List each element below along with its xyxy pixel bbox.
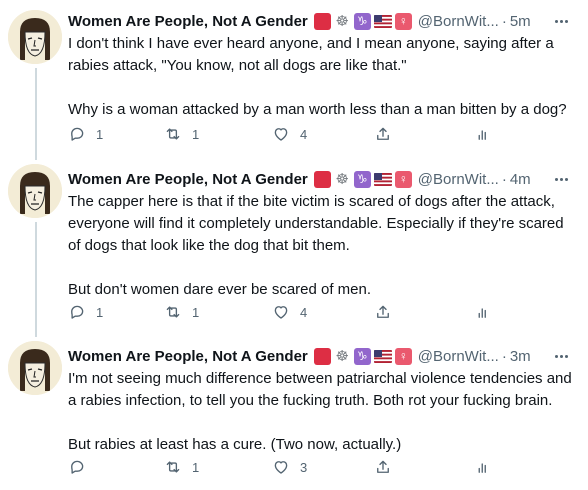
more-options-icon[interactable] <box>552 12 570 30</box>
retweet-icon <box>166 306 180 318</box>
name-badges: ☸ ♑ ♀ <box>313 170 412 188</box>
separator-dot: · <box>501 12 507 30</box>
share-button[interactable] <box>374 302 392 322</box>
reply-count: 1 <box>96 304 104 320</box>
reply-button[interactable]: 1 <box>68 124 103 144</box>
reply-icon <box>71 127 84 141</box>
tweet-actions: 1 1 4 <box>68 302 518 322</box>
us-flag-icon <box>373 172 392 186</box>
avatar[interactable] <box>8 164 62 218</box>
like-button[interactable]: 3 <box>272 457 307 477</box>
display-name[interactable]: Women Are People, Not A Gender <box>68 171 308 188</box>
red-square-icon <box>313 12 331 30</box>
separator-dot: · <box>501 170 507 188</box>
avatar[interactable] <box>8 341 62 395</box>
reply-count: 1 <box>96 126 104 142</box>
separator-dot: · <box>501 347 507 365</box>
venus-icon: ♀ <box>394 347 412 365</box>
tweet-header: Women Are People, Not A Gender ☸ ♑ ♀ @Bo… <box>68 10 531 32</box>
tweet-header: Women Are People, Not A Gender ☸ ♑ ♀ @Bo… <box>68 345 531 367</box>
tweet-paragraph: I don't think I have ever heard anyone, … <box>68 35 554 74</box>
tweet-paragraph: I'm not seeing much difference between p… <box>68 370 572 409</box>
tweet-header: Women Are People, Not A Gender ☸ ♑ ♀ @Bo… <box>68 168 531 190</box>
share-button[interactable] <box>374 124 392 144</box>
tweet-text: I don't think I have ever heard anyone, … <box>68 33 578 121</box>
tweet[interactable]: Women Are People, Not A Gender ☸ ♑ ♀ @Bo… <box>0 0 588 158</box>
capricorn-icon: ♑ <box>353 170 371 188</box>
red-square-icon <box>313 170 331 188</box>
handle[interactable]: @BornWit... <box>418 171 499 188</box>
timestamp[interactable]: 4m <box>510 171 531 188</box>
analytics-icon <box>478 308 486 318</box>
retweet-count: 1 <box>192 304 200 320</box>
name-badges: ☸ ♑ ♀ <box>313 347 412 365</box>
retweet-count: 1 <box>192 126 200 142</box>
timestamp[interactable]: 5m <box>510 13 531 30</box>
like-button[interactable]: 4 <box>272 124 307 144</box>
venus-icon: ♀ <box>394 12 412 30</box>
more-options-icon[interactable] <box>552 170 570 188</box>
handle[interactable]: @BornWit... <box>418 348 499 365</box>
retweet-icon <box>166 461 180 473</box>
retweet-icon <box>166 128 180 140</box>
analytics-icon <box>478 130 486 140</box>
retweet-button[interactable]: 1 <box>164 124 199 144</box>
retweet-button[interactable]: 1 <box>164 302 199 322</box>
tweet-actions: 1 1 4 <box>68 124 518 144</box>
dharma-wheel-icon: ☸ <box>335 347 349 365</box>
tweet-paragraph: But rabies at least has a cure. (Two now… <box>68 436 402 453</box>
capricorn-icon: ♑ <box>353 12 371 30</box>
reply-button[interactable]: 1 <box>68 302 103 322</box>
analytics-button[interactable] <box>474 302 492 322</box>
display-name[interactable]: Women Are People, Not A Gender <box>68 348 308 365</box>
more-options-icon[interactable] <box>552 347 570 365</box>
timestamp[interactable]: 3m <box>510 348 531 365</box>
analytics-button[interactable] <box>474 457 492 477</box>
tweet-paragraph: But don't women dare ever be scared of m… <box>68 281 372 298</box>
tweet-text: The capper here is that if the bite vict… <box>68 191 578 301</box>
like-count: 3 <box>300 459 308 475</box>
avatar-face-drawing <box>8 10 62 64</box>
display-name[interactable]: Women Are People, Not A Gender <box>68 13 308 30</box>
us-flag-icon <box>373 349 392 363</box>
tweet-text: I'm not seeing much difference between p… <box>68 368 578 456</box>
heart-icon <box>274 128 288 141</box>
heart-icon <box>274 306 288 319</box>
share-icon <box>377 127 389 140</box>
tweet-paragraph: The capper here is that if the bite vict… <box>68 193 564 254</box>
capricorn-icon: ♑ <box>353 347 371 365</box>
tweet-actions: 1 3 <box>68 457 518 477</box>
like-button[interactable]: 4 <box>272 302 307 322</box>
share-icon <box>377 305 389 318</box>
avatar-face-drawing <box>8 341 62 395</box>
tweet[interactable]: Women Are People, Not A Gender ☸ ♑ ♀ @Bo… <box>0 158 588 335</box>
dharma-wheel-icon: ☸ <box>335 170 349 188</box>
tweet[interactable]: Women Are People, Not A Gender ☸ ♑ ♀ @Bo… <box>0 335 588 490</box>
red-square-icon <box>313 347 331 365</box>
reply-icon <box>71 305 84 319</box>
tweet-paragraph: Why is a woman attacked by a man worth l… <box>68 101 567 118</box>
handle[interactable]: @BornWit... <box>418 13 499 30</box>
analytics-button[interactable] <box>474 124 492 144</box>
analytics-icon <box>478 463 486 473</box>
reply-icon <box>71 460 84 474</box>
name-badges: ☸ ♑ ♀ <box>313 12 412 30</box>
avatar-face-drawing <box>8 164 62 218</box>
reply-button[interactable] <box>68 457 96 477</box>
retweet-count: 1 <box>192 459 200 475</box>
dharma-wheel-icon: ☸ <box>335 12 349 30</box>
us-flag-icon <box>373 14 392 28</box>
share-button[interactable] <box>374 457 392 477</box>
retweet-button[interactable]: 1 <box>164 457 199 477</box>
avatar[interactable] <box>8 10 62 64</box>
share-icon <box>377 460 389 473</box>
heart-icon <box>274 461 288 474</box>
venus-icon: ♀ <box>394 170 412 188</box>
like-count: 4 <box>300 304 308 320</box>
like-count: 4 <box>300 126 308 142</box>
